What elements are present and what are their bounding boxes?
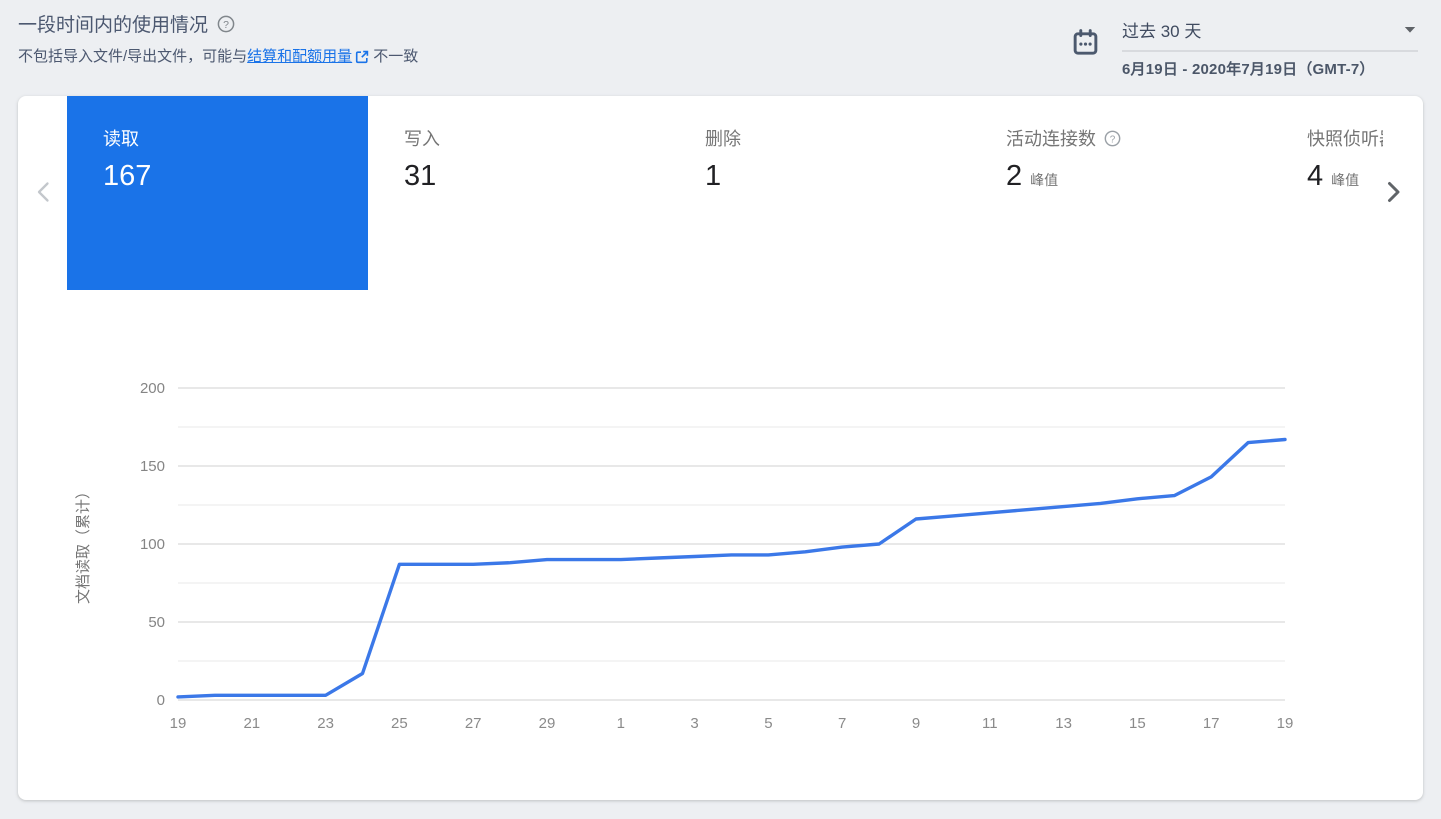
svg-text:27: 27 bbox=[465, 715, 482, 732]
dropdown-caret-icon bbox=[1404, 26, 1416, 34]
help-icon[interactable]: ? bbox=[1104, 130, 1121, 147]
billing-quota-link[interactable]: 结算和配额用量 bbox=[247, 45, 352, 66]
subtitle-prefix: 不包括导入文件/导出文件，可能与 bbox=[18, 48, 248, 65]
svg-text:7: 7 bbox=[838, 715, 846, 732]
tab-value-row: 31 bbox=[404, 160, 669, 193]
svg-text:15: 15 bbox=[1129, 715, 1146, 732]
page-title: 一段时间内的使用情况 bbox=[18, 15, 209, 36]
tab-reads[interactable]: 读取 167 bbox=[67, 96, 368, 290]
tab-label: 快照侦听器 bbox=[1307, 129, 1383, 149]
usage-chart: 0 50 100 150 200 19 21 23 25 27 29 1 3 5 7 9 11 13 15 17 19 文… bbox=[18, 360, 1423, 780]
tab-value: 167 bbox=[103, 160, 152, 192]
tabs-scroll-left-button[interactable] bbox=[28, 176, 60, 208]
svg-text:50: 50 bbox=[148, 614, 165, 631]
tab-label: 读取 bbox=[103, 129, 139, 149]
tab-label: 活动连接数? bbox=[1006, 125, 1271, 151]
svg-text:29: 29 bbox=[539, 715, 556, 732]
header: 一段时间内的使用情况 ? 不包括导入文件/导出文件，可能与 结算和配额用量 不一致 bbox=[18, 10, 418, 66]
tab-writes[interactable]: 写入 31 bbox=[368, 96, 669, 290]
svg-text:?: ? bbox=[1110, 134, 1116, 145]
svg-text:25: 25 bbox=[391, 715, 408, 732]
tab-value: 1 bbox=[705, 160, 722, 192]
tab-value-row: 4 峰值 bbox=[1307, 160, 1383, 193]
external-link-icon bbox=[354, 49, 370, 65]
svg-text:19: 19 bbox=[1277, 715, 1294, 732]
date-range-dropdown[interactable]: 过去 30 天 bbox=[1122, 14, 1418, 52]
date-range-label: 过去 30 天 bbox=[1122, 22, 1202, 41]
tab-snapshot-listeners[interactable]: 快照侦听器 4 峰值 bbox=[1271, 96, 1383, 290]
peak-label: 峰值 bbox=[1331, 172, 1360, 188]
tab-value: 4 bbox=[1307, 160, 1324, 192]
svg-text:200: 200 bbox=[140, 380, 165, 397]
svg-text:100: 100 bbox=[140, 536, 165, 553]
calendar-icon bbox=[1072, 29, 1099, 61]
svg-text:17: 17 bbox=[1203, 715, 1220, 732]
tab-value: 31 bbox=[404, 160, 437, 192]
tabs-row: 读取 167 写入 31 删除 1 活动连接数? 2 峰值 快照侦听器 4 峰值 bbox=[67, 96, 1383, 290]
tab-active-connections[interactable]: 活动连接数? 2 峰值 bbox=[970, 96, 1271, 290]
tabs-viewport: 读取 167 写入 31 删除 1 活动连接数? 2 峰值 快照侦听器 4 峰值 bbox=[67, 96, 1383, 290]
date-range-detail: 6月19日 - 2020年7月19日（GMT-7） bbox=[1122, 61, 1375, 78]
subtitle-suffix: 不一致 bbox=[373, 48, 419, 65]
svg-text:5: 5 bbox=[764, 715, 772, 732]
tab-value-row: 167 bbox=[103, 160, 368, 193]
svg-text:11: 11 bbox=[982, 715, 998, 732]
usage-card: 读取167写入31删除1活动连接数?2峰值快照侦听器4峰值 0501001502… bbox=[18, 96, 1423, 800]
svg-text:1: 1 bbox=[617, 715, 625, 732]
tab-label: 删除 bbox=[705, 129, 741, 149]
tab-label: 写入 bbox=[404, 129, 440, 149]
svg-text:150: 150 bbox=[140, 458, 165, 475]
help-icon[interactable]: ? bbox=[217, 15, 235, 33]
svg-text:23: 23 bbox=[317, 715, 334, 732]
svg-text:9: 9 bbox=[912, 715, 920, 732]
svg-text:?: ? bbox=[223, 19, 229, 31]
tab-value-row: 1 bbox=[705, 160, 970, 193]
svg-text:21: 21 bbox=[243, 715, 260, 732]
svg-text:19: 19 bbox=[170, 715, 187, 732]
tab-value: 2 bbox=[1006, 160, 1023, 192]
tab-deletes[interactable]: 删除 1 bbox=[669, 96, 970, 290]
metric-tabs: 读取 167 写入 31 删除 1 活动连接数? 2 峰值 快照侦听器 4 峰值 bbox=[18, 96, 1423, 290]
svg-text:3: 3 bbox=[690, 715, 698, 732]
line-chart-svg: 05010015020019 21 23 25 27 29 1 3 5 7 9 11 13 15 17 19文… bbox=[75, 380, 1294, 732]
subtitle: 不包括导入文件/导出文件，可能与 结算和配额用量 不一致 bbox=[18, 45, 418, 66]
usage-dashboard-page: 一段时间内的使用情况 ? 不包括导入文件/导出文件，可能与 结算和配额用量 不一致 bbox=[0, 0, 1441, 819]
tab-value-row: 2 峰值 bbox=[1006, 160, 1271, 193]
svg-text:0: 0 bbox=[157, 692, 165, 709]
peak-label: 峰值 bbox=[1030, 172, 1059, 188]
svg-text:13: 13 bbox=[1055, 715, 1072, 732]
svg-text:文档读取（累计）: 文档读取（累计） bbox=[75, 484, 92, 604]
tabs-scroll-right-button[interactable] bbox=[1377, 176, 1409, 208]
chevron-right-icon bbox=[1382, 180, 1404, 204]
chevron-left-icon bbox=[33, 180, 55, 204]
